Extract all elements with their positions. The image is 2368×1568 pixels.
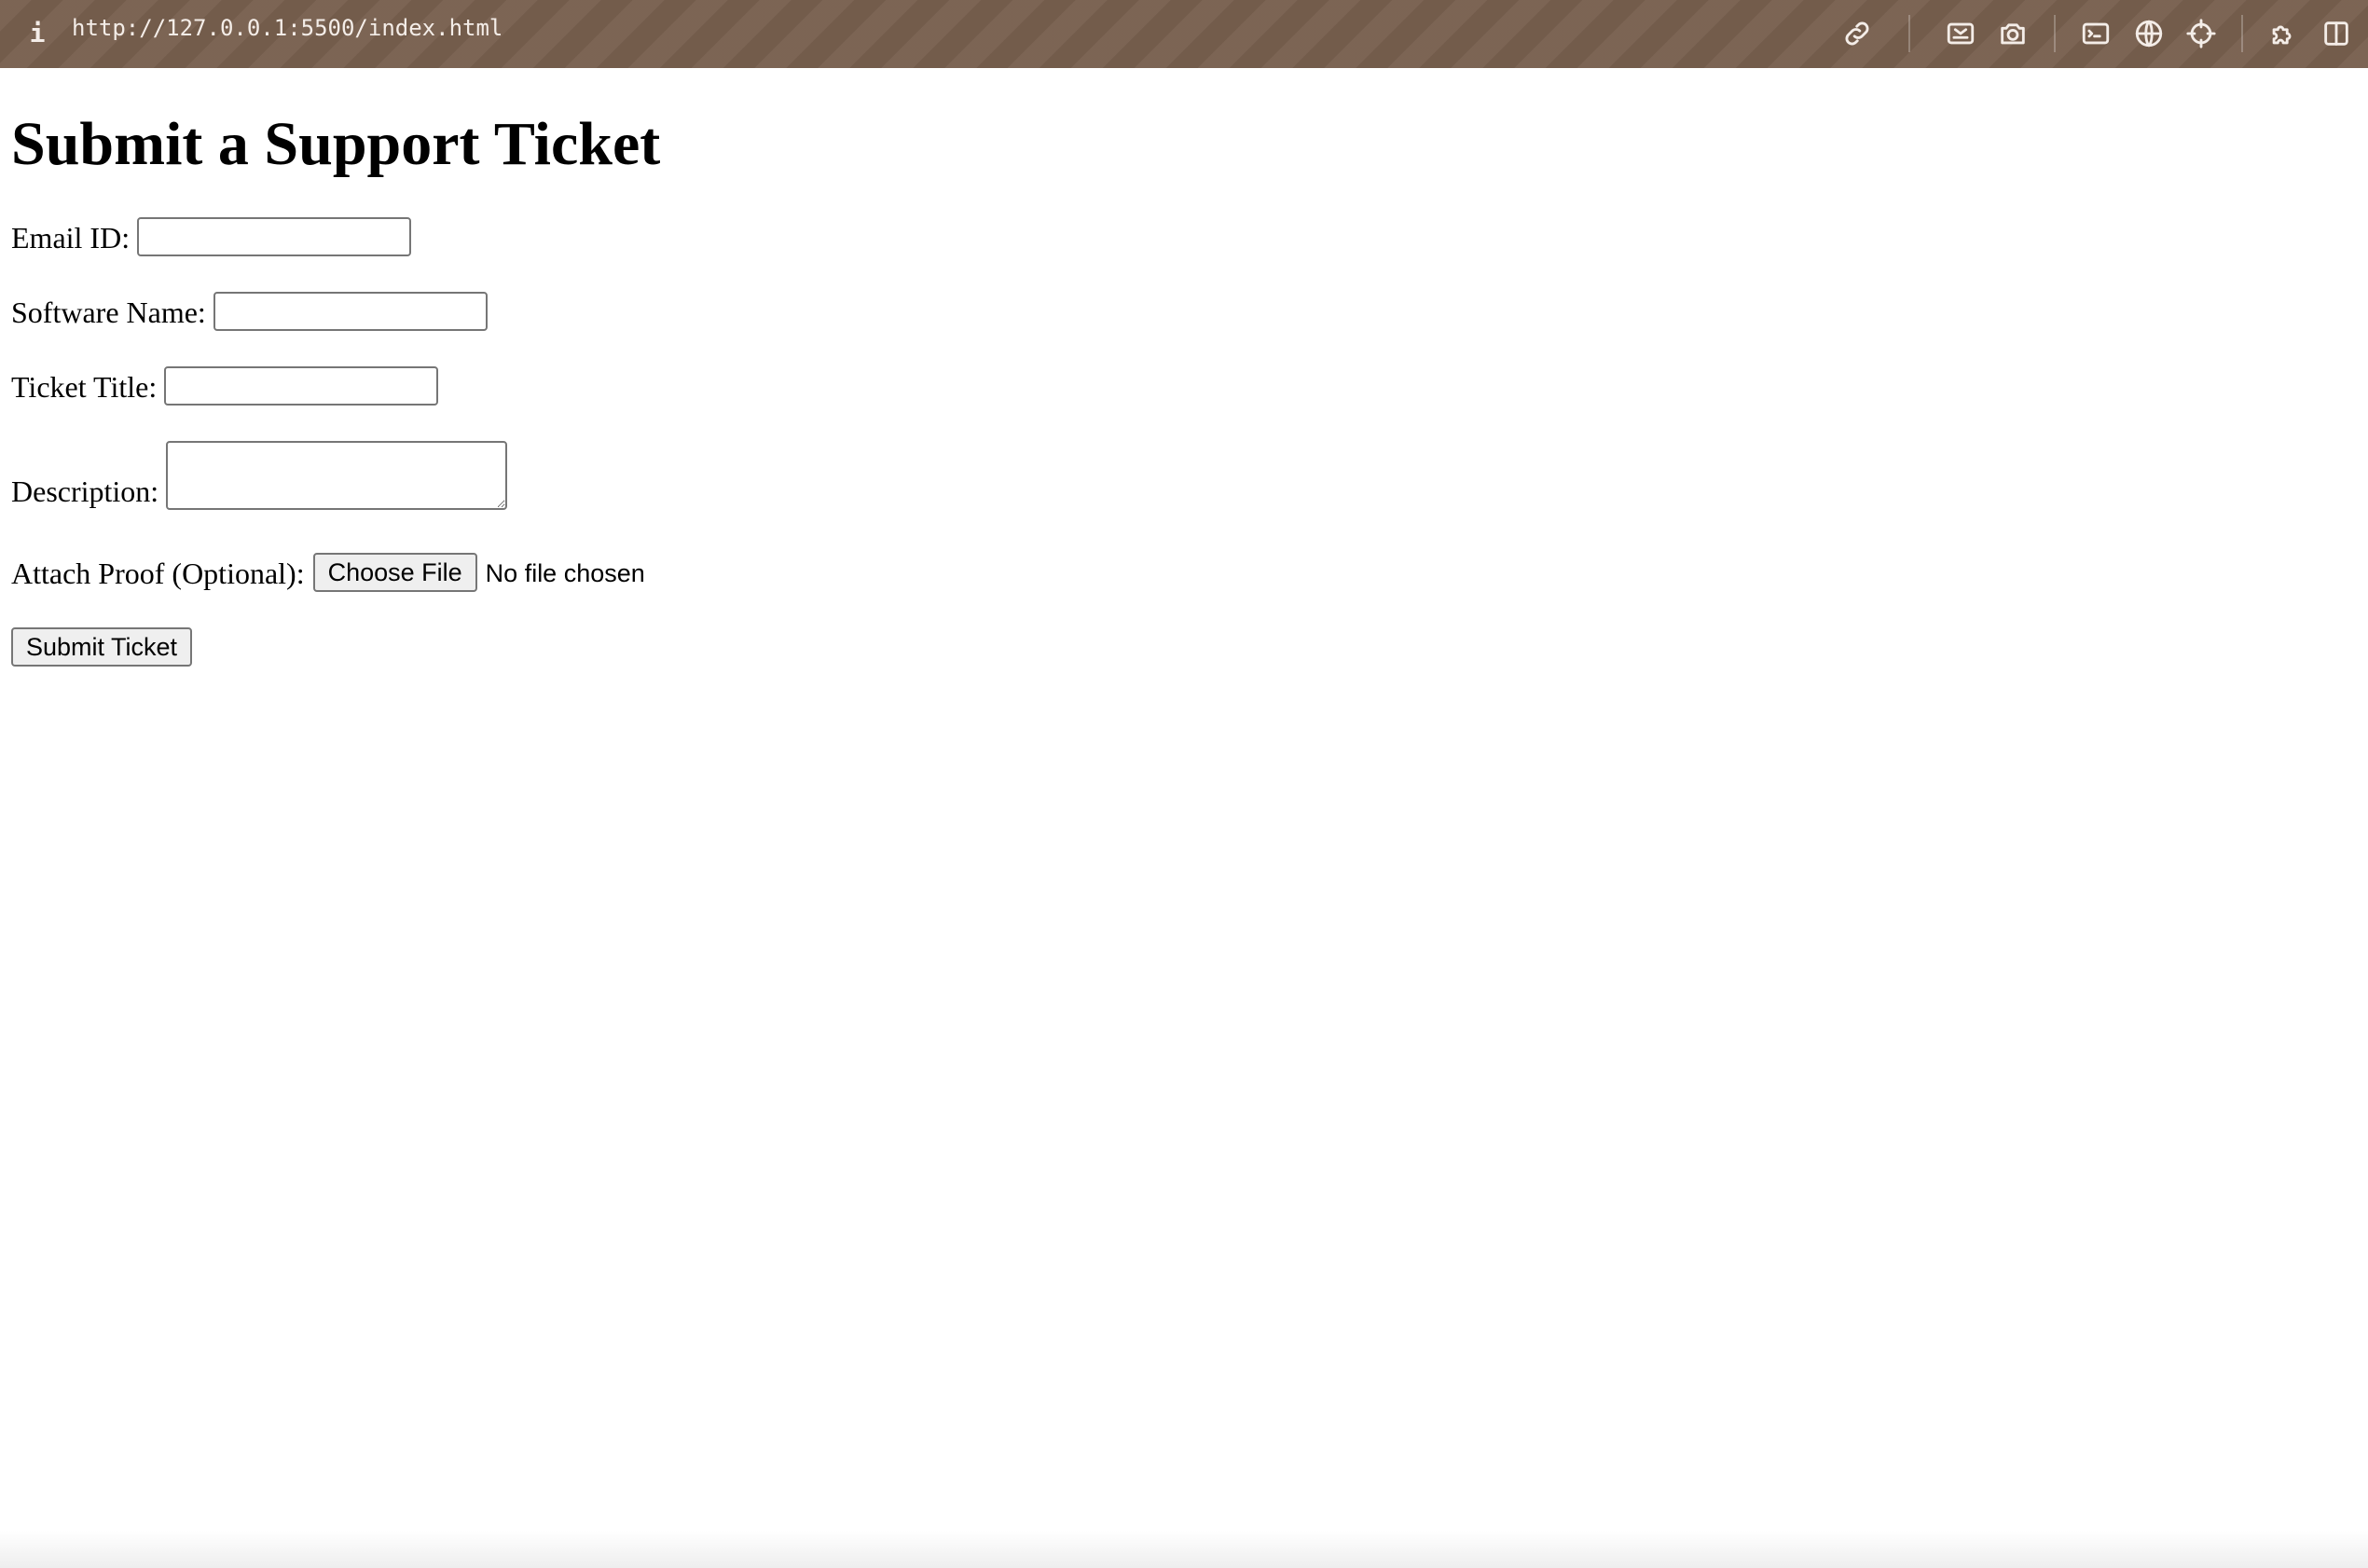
extensions-icon[interactable] (2265, 15, 2302, 52)
link-icon[interactable] (1838, 15, 1876, 52)
attach-proof-label: Attach Proof (Optional): (11, 557, 305, 590)
address-bar[interactable]: http://127.0.0.1:5500/index.html (72, 15, 503, 52)
toolbar-separator (1908, 15, 1910, 52)
crosshair-icon[interactable] (2182, 15, 2220, 52)
email-label: Email ID: (11, 221, 131, 254)
toolbar-separator (2241, 15, 2243, 52)
email-field[interactable] (137, 217, 412, 256)
screenshot-area-icon[interactable] (1942, 15, 1979, 52)
ticket-title-row: Ticket Title: (11, 366, 439, 406)
toolbar-separator (2054, 15, 2056, 52)
email-row: Email ID: (11, 217, 412, 256)
file-status-text: No file chosen (485, 559, 645, 587)
attach-row: Attach Proof (Optional): Choose File No … (11, 553, 645, 592)
terminal-icon[interactable] (2077, 15, 2114, 52)
description-label: Description: (11, 475, 159, 508)
software-row: Software Name: (11, 292, 488, 331)
site-info-icon[interactable]: i (28, 17, 47, 50)
bottom-shadow (0, 1531, 2368, 1568)
submit-ticket-button[interactable]: Submit Ticket (11, 627, 193, 667)
page-title: Submit a Support Ticket (11, 110, 661, 178)
description-textarea[interactable] (166, 441, 508, 510)
description-row: Description: (11, 441, 508, 510)
ticket-title-field[interactable] (164, 366, 439, 406)
ticket-title-label: Ticket Title: (11, 370, 158, 404)
submit-row: Submit Ticket (11, 627, 193, 667)
split-view-icon[interactable] (2318, 15, 2355, 52)
camera-icon[interactable] (1994, 15, 2031, 52)
choose-file-button[interactable]: Choose File (312, 553, 477, 592)
software-name-label: Software Name: (11, 296, 206, 329)
globe-icon[interactable] (2130, 15, 2168, 52)
software-name-field[interactable] (213, 292, 488, 331)
browser-toolbar: i http://127.0.0.1:5500/index.html (0, 0, 2368, 68)
